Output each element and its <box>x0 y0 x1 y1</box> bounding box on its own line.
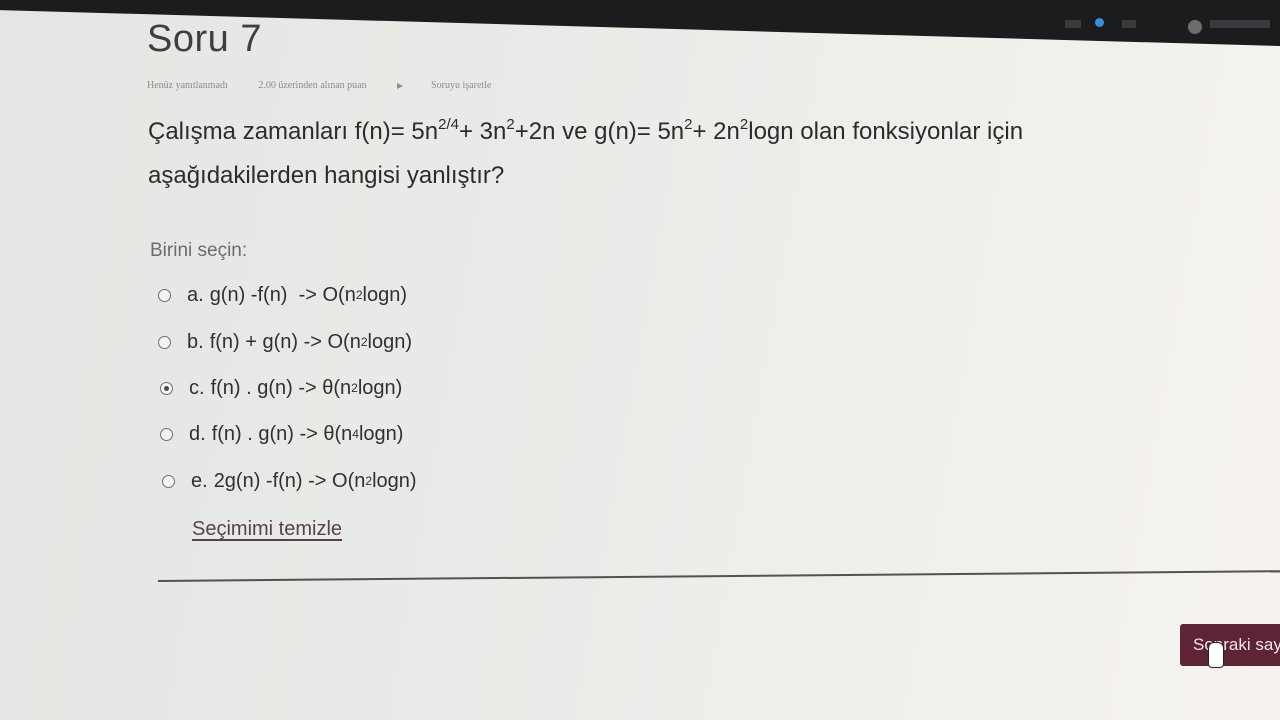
radio-button[interactable] <box>160 427 173 441</box>
answer-option-c[interactable]: c. f(n) . g(n) -> θ(n 2 logn) <box>160 373 402 403</box>
radio-button[interactable] <box>162 474 175 488</box>
hand-cursor-icon <box>1208 642 1224 668</box>
option-text: logn) <box>357 376 403 399</box>
question-exponent: 2 <box>506 116 515 133</box>
answer-option-d[interactable]: d. f(n) . g(n) -> θ(n 4 logn) <box>160 419 403 449</box>
question-exponent: 2/4 <box>438 116 459 133</box>
radio-button[interactable] <box>158 288 171 302</box>
radio-button[interactable] <box>160 381 173 395</box>
question-score: 2.00 üzerinden alınan puan <box>258 80 367 91</box>
option-letter: c. <box>189 376 205 399</box>
question-meta: Henüz yanıtlanmadı 2.00 üzerinden alınan… <box>147 80 547 91</box>
question-text: Çalışma zamanları f(n)= 5n2/4+ 3n2+2n ve… <box>148 110 1228 198</box>
question-title: Soru 7 <box>147 18 262 60</box>
question-text-part: Çalışma zamanları f(n)= 5n <box>148 118 439 145</box>
option-text: logn) <box>372 469 417 492</box>
flag-question-label: Soruyu işaretle <box>431 80 492 91</box>
option-text: f(n) + g(n) -> O(n <box>209 330 361 353</box>
answer-option-b[interactable]: b. f(n) + g(n) -> O(n 2 logn) <box>158 327 412 357</box>
flag-question-link[interactable]: Soruyu işaretle <box>397 80 519 91</box>
option-letter: d. <box>189 422 206 445</box>
question-text-part: logn olan fonksiyonlar için <box>748 118 1024 145</box>
clear-selection-link[interactable]: Seçimimi temizle <box>192 518 342 541</box>
option-text: logn) <box>367 330 413 353</box>
option-text: f(n) . g(n) -> θ(n <box>210 376 352 399</box>
radio-button[interactable] <box>158 335 171 349</box>
divider <box>157 570 1280 582</box>
option-text: g(n) -f(n) -> O(n <box>209 283 356 306</box>
question-text-part: + 2n <box>692 118 740 145</box>
question-status: Henüz yanıtlanmadı <box>147 80 228 91</box>
option-text: logn) <box>358 422 404 445</box>
option-text: 2g(n) -f(n) -> O(n <box>213 469 366 492</box>
question-text-part: + 3n <box>458 118 507 145</box>
option-letter: e. <box>191 469 208 492</box>
question-text-part: +2n ve g(n)= 5n <box>514 118 685 145</box>
option-letter: a. <box>187 283 204 306</box>
question-exponent: 2 <box>684 116 693 133</box>
question-text-part: aşağıdakilerden hangisi yanlıştır? <box>148 162 505 189</box>
next-page-button[interactable]: Sonraki say <box>1180 624 1280 666</box>
question-exponent: 2 <box>739 116 749 133</box>
answer-option-e[interactable]: e. 2g(n) -f(n) -> O(n 2 logn) <box>162 466 417 496</box>
answer-option-a[interactable]: a. g(n) -f(n) -> O(n 2 logn) <box>158 280 407 310</box>
option-text: logn) <box>362 283 407 306</box>
flag-icon <box>397 82 404 89</box>
choose-one-label: Birini seçin: <box>150 240 248 261</box>
option-letter: b. <box>187 330 204 353</box>
quiz-page: Soru 7 Henüz yanıtlanmadı 2.00 üzerinden… <box>0 0 1280 720</box>
option-text: f(n) . g(n) -> θ(n <box>211 422 353 445</box>
